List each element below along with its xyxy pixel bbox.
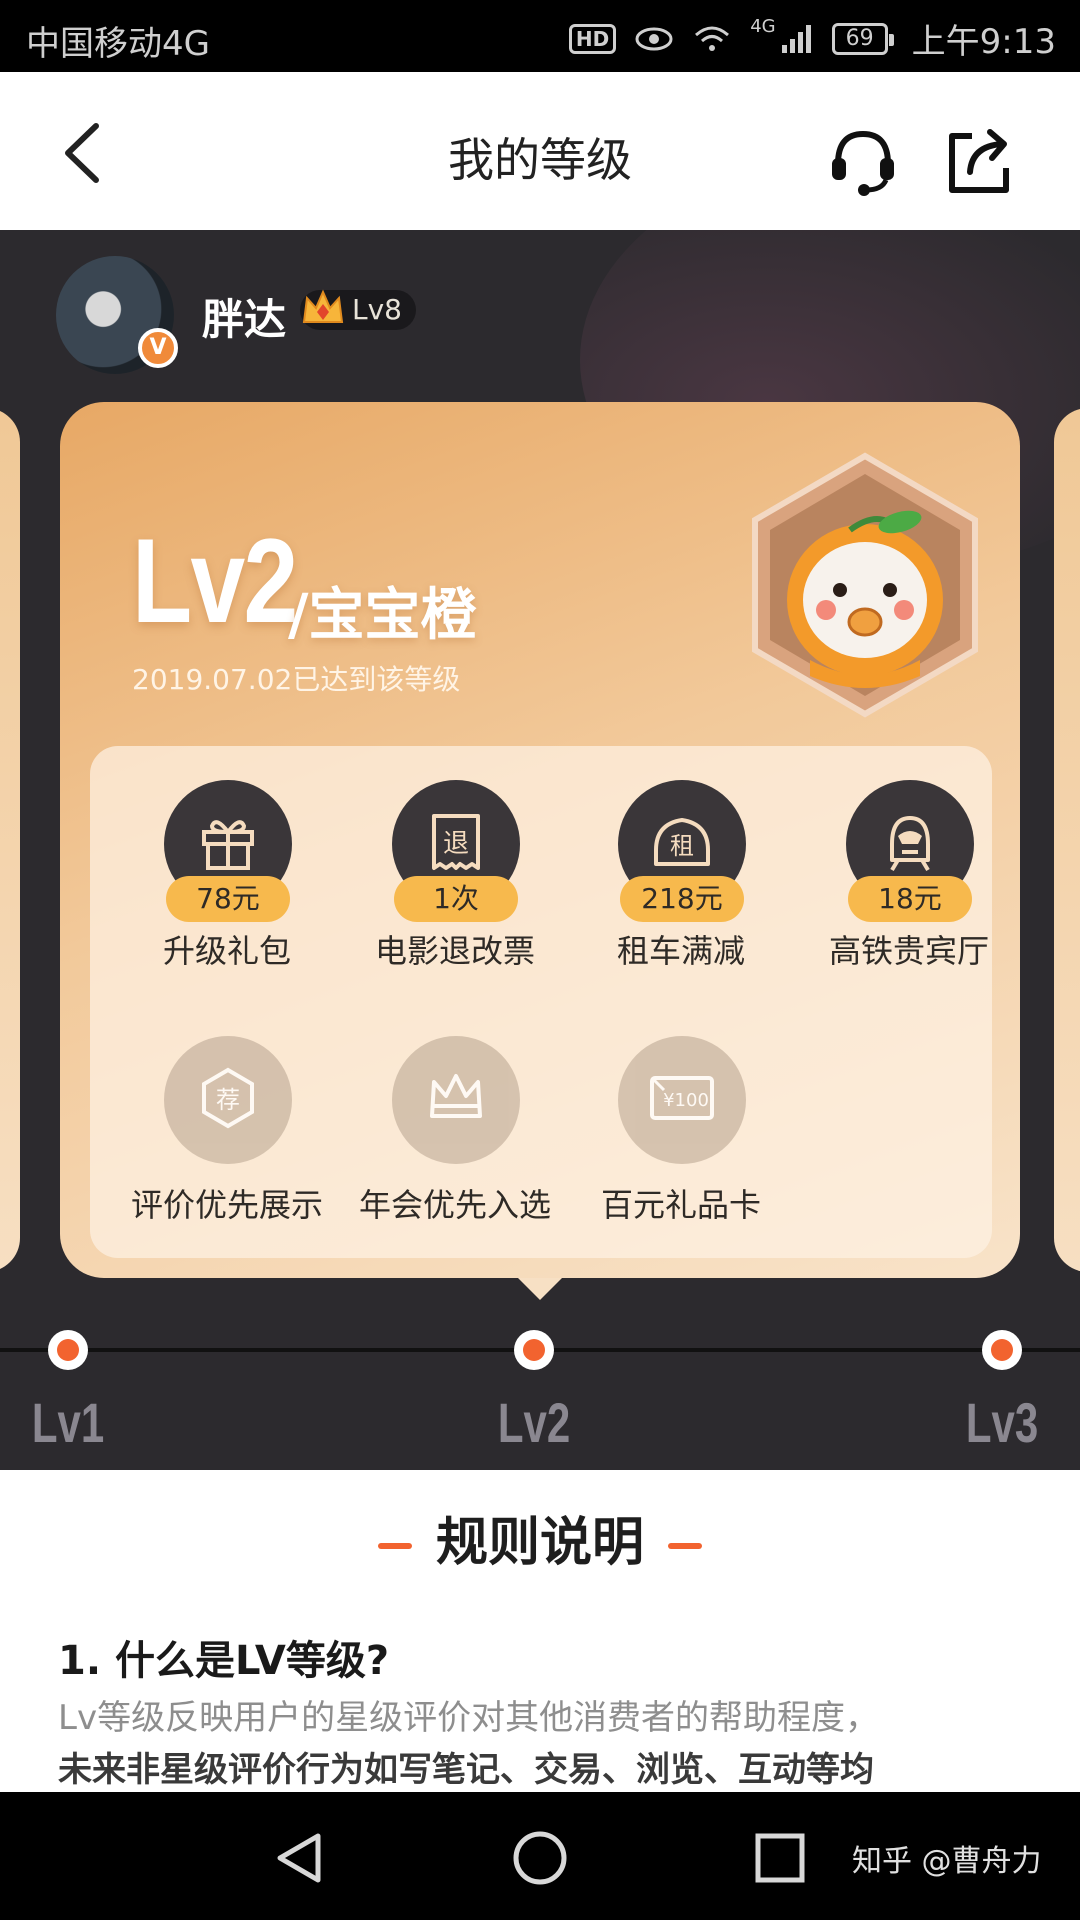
- nav-back-icon[interactable]: [270, 1828, 330, 1888]
- status-icons: HD 4G 69 上午9:13: [568, 14, 1056, 63]
- rules-heading-text: 规则说明: [435, 1513, 644, 1573]
- verified-badge: V: [138, 328, 178, 368]
- perk-value: 218元: [620, 876, 744, 922]
- perk-value: 18元: [848, 876, 972, 922]
- timeline-label-lv2[interactable]: Lv2: [489, 1390, 579, 1455]
- gift-card-icon: ¥100: [650, 1076, 714, 1120]
- crown-icon: [302, 289, 344, 323]
- rule-paragraph-line: Lv等级反映用户的星级评价对其他消费者的帮助程度，: [58, 1698, 880, 1738]
- reached-date: 2019.07.02已达到该等级: [132, 663, 461, 696]
- level-hero: V 胖达 Lv8 Lv2 /宝宝橙 2019.07.02已达到该等级 78元 升…: [0, 230, 1080, 1470]
- gift-icon: [202, 820, 254, 870]
- current-level-pointer: [518, 1278, 562, 1300]
- system-nav-bar: 知乎 @曹舟力: [0, 1792, 1080, 1920]
- page-title: 我的等级: [448, 133, 632, 187]
- refund-ticket-icon: 退: [432, 814, 480, 870]
- perk-review-priority[interactable]: 荐 评价优先展示: [112, 1002, 342, 1224]
- battery-icon: 69: [831, 22, 894, 55]
- perk-icon-circle: ¥100: [618, 1036, 746, 1164]
- timeline-dot-lv2[interactable]: [514, 1330, 554, 1370]
- rules-heading: 规则说明: [0, 1500, 1080, 1575]
- avatar[interactable]: V: [56, 256, 178, 374]
- perk-label: 百元礼品卡: [600, 1186, 761, 1224]
- perk-value: 1次: [394, 876, 518, 922]
- user-level-text: Lv8: [352, 293, 402, 326]
- timeline-label-lv3[interactable]: Lv3: [957, 1390, 1047, 1455]
- eye-icon: [635, 27, 673, 50]
- nav-recents-icon[interactable]: [750, 1828, 810, 1888]
- rule-question-title: 1. 什么是LV等级?: [58, 1638, 390, 1684]
- level-number: Lv2: [132, 514, 298, 648]
- prev-level-card[interactable]: [0, 408, 20, 1272]
- next-level-card[interactable]: [1054, 408, 1080, 1272]
- perk-grid: 78元 升级礼包 退 1次 电影退改票 租 218元 租车满减 18元 高铁贵宾…: [90, 746, 992, 1258]
- perk-label: 高铁贵宾厅: [828, 932, 989, 970]
- watermark: 知乎 @曹舟力: [852, 1844, 1042, 1879]
- status-bar: 中国移动4G HD 4G 69 上午9:13: [0, 0, 1080, 72]
- perk-annual-selection[interactable]: 年会优先入选: [340, 1002, 570, 1224]
- perk-gift-card[interactable]: ¥100 百元礼品卡: [566, 1002, 796, 1224]
- clock: 上午9:13: [911, 22, 1056, 62]
- refund-glyph: 退: [443, 829, 469, 859]
- heading-dash-left: [377, 1543, 412, 1549]
- rental-glyph: 租: [670, 832, 694, 860]
- signal-icon: [781, 24, 811, 53]
- perk-icon-circle: 荐: [164, 1036, 292, 1164]
- user-level-badge: Lv8: [300, 289, 416, 330]
- gift-card-glyph: ¥100: [663, 1090, 709, 1111]
- timeline-dot-lv1[interactable]: [48, 1330, 88, 1370]
- level-name: /宝宝橙: [288, 583, 477, 648]
- perk-movie-refund[interactable]: 退 1次 电影退改票: [340, 746, 570, 970]
- carrier-label: 中国移动4G: [26, 24, 210, 64]
- perk-value: 78元: [166, 876, 290, 922]
- customer-service-icon[interactable]: [826, 124, 900, 198]
- orange-mascot-badge-icon: [752, 452, 978, 718]
- timeline-dot-lv3[interactable]: [982, 1330, 1022, 1370]
- share-icon[interactable]: [942, 124, 1016, 198]
- hd-icon: HD: [568, 23, 617, 54]
- perk-car-rental[interactable]: 租 218元 租车满减: [566, 746, 796, 970]
- car-rental-icon: 租: [654, 818, 710, 866]
- level-card[interactable]: Lv2 /宝宝橙 2019.07.02已达到该等级 78元 升级礼包 退 1次 …: [60, 402, 1020, 1300]
- user-name: 胖达: [202, 295, 287, 344]
- rule-paragraph-bold-line: 未来非星级评价行为如写笔记、交易、浏览、互动等均: [58, 1750, 874, 1790]
- crown-outline-icon: [430, 1074, 482, 1118]
- heading-dash-right: [668, 1543, 702, 1549]
- perk-icon-circle: [392, 1036, 520, 1164]
- perk-upgrade-gift[interactable]: 78元 升级礼包: [112, 746, 342, 970]
- train-icon: [890, 816, 930, 872]
- recommend-icon: 荐: [202, 1067, 254, 1129]
- nav-home-icon[interactable]: [510, 1828, 570, 1888]
- network-type: 4G: [750, 16, 776, 37]
- wifi-icon: [695, 26, 730, 51]
- timeline-label-lv1[interactable]: Lv1: [23, 1390, 113, 1455]
- recommend-glyph: 荐: [216, 1086, 240, 1114]
- app-header: 我的等级: [0, 72, 1080, 230]
- perk-train-vip-lounge[interactable]: 18元 高铁贵宾厅: [794, 746, 1024, 970]
